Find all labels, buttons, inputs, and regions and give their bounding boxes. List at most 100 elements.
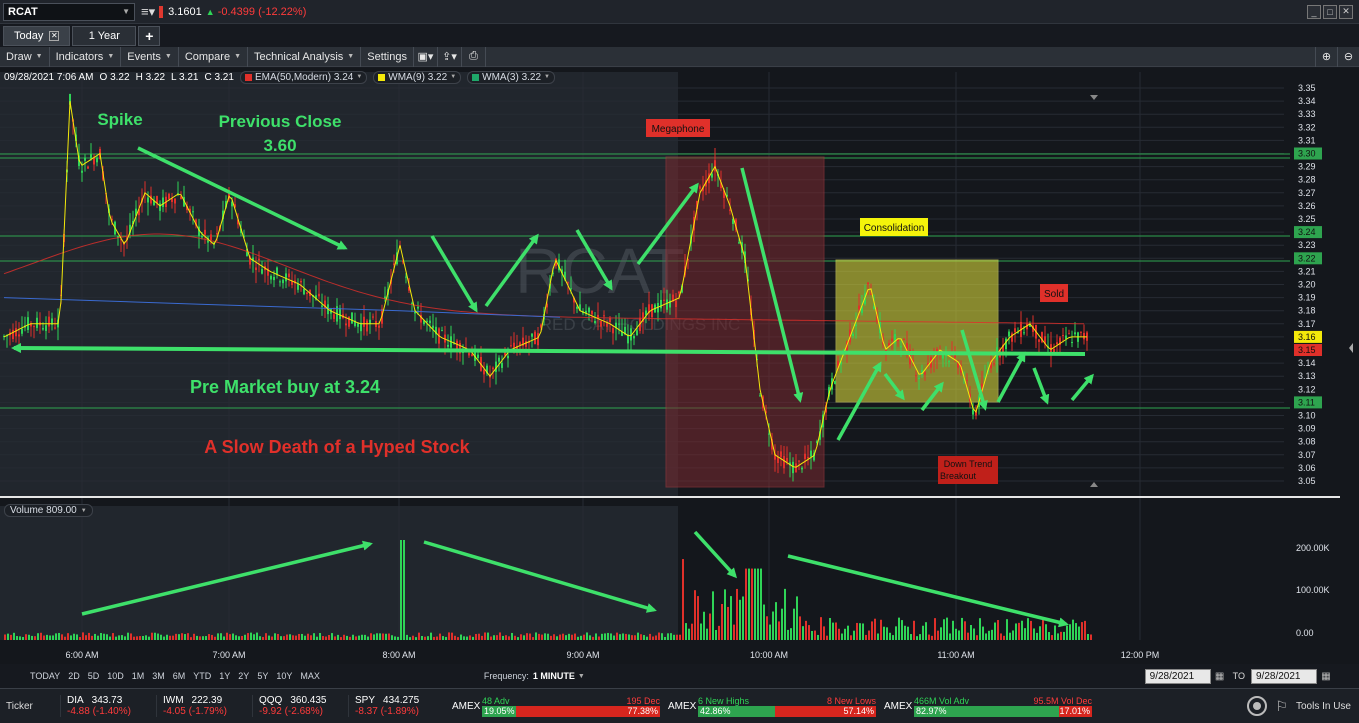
range-5y[interactable]: 5Y — [253, 671, 272, 681]
symbol-input[interactable]: RCAT ▼ — [3, 2, 135, 21]
maximize-icon[interactable]: □ — [1323, 4, 1337, 19]
range-today[interactable]: TODAY — [26, 671, 64, 681]
candle-body — [1014, 328, 1016, 333]
add-tab-button[interactable]: + — [138, 26, 161, 46]
range-2y[interactable]: 2Y — [234, 671, 253, 681]
volume-bar — [682, 559, 684, 640]
range-5d[interactable]: 5D — [84, 671, 104, 681]
print-icon[interactable]: ⎙ — [462, 46, 486, 67]
volume-bar — [259, 636, 261, 640]
ticker-qqq[interactable]: QQQ 360.435 -9.92 (-2.68%) — [252, 695, 348, 717]
range-ytd[interactable]: YTD — [189, 671, 215, 681]
wma9-label: WMA(9) 3.22 — [388, 71, 448, 83]
scroll-marker-top — [1090, 95, 1098, 100]
volume-bar — [184, 634, 186, 640]
calendar-icon[interactable]: ▦ — [1213, 671, 1227, 682]
range-max[interactable]: MAX — [296, 671, 324, 681]
ticker-iwm[interactable]: IWM 222.39 -4.05 (-1.79%) — [156, 695, 252, 717]
indicator-ema-chip[interactable]: EMA(50,Modern) 3.24 ▼ — [239, 70, 368, 84]
candle-body — [27, 317, 29, 330]
volume-bar — [547, 633, 549, 640]
calendar-icon[interactable]: ▦ — [1319, 671, 1333, 682]
from-date-input[interactable]: 9/28/2021 — [1144, 668, 1211, 684]
breadth-left-pct: 42.86% — [698, 705, 775, 717]
hamburger-menu-icon[interactable]: ≡▾ — [141, 4, 155, 20]
ticker-symbol: DIA — [67, 695, 84, 706]
chevron-down-icon: ▼ — [544, 74, 550, 80]
zoom-in-icon[interactable]: ⊕ — [1315, 46, 1337, 67]
volume-bar — [655, 635, 657, 640]
candle-body — [678, 291, 680, 294]
close-tab-icon[interactable]: ✕ — [49, 31, 60, 41]
range-1m[interactable]: 1M — [128, 671, 149, 681]
range-3m[interactable]: 3M — [148, 671, 169, 681]
events-menu[interactable]: Events ▼ — [121, 46, 179, 67]
to-date-input[interactable]: 9/28/2021 — [1251, 668, 1317, 684]
volume-bar — [838, 628, 840, 640]
share-icon[interactable]: ⇪▾ — [438, 46, 462, 67]
chevron-down-icon[interactable]: ▼ — [122, 7, 130, 16]
range-6m[interactable]: 6M — [169, 671, 190, 681]
close-icon[interactable]: ✕ — [1339, 4, 1353, 19]
price-tick-label: 3.26 — [1298, 201, 1316, 211]
indicator-wma3-chip[interactable]: WMA(3) 3.22 ▼ — [467, 70, 555, 84]
candle-body — [795, 463, 797, 473]
price-tick-label: 3.35 — [1298, 83, 1316, 93]
price-tick-label: 3.19 — [1298, 293, 1316, 303]
price-badges: 3.30 3.24 3.22 3.16 3.15 3.11 — [1294, 147, 1322, 409]
ticker-dia[interactable]: DIA 343.73 -4.88 (-1.40%) — [60, 695, 156, 717]
price-tick-label: 3.18 — [1298, 306, 1316, 316]
ticker-spy[interactable]: SPY 434.275 -8.37 (-1.89%) — [348, 695, 444, 717]
volume-bar — [958, 630, 960, 640]
candle-body — [867, 282, 869, 285]
minimize-icon[interactable]: _ — [1307, 4, 1321, 19]
chevron-down-icon[interactable]: ▼ — [578, 673, 585, 680]
candle-body — [594, 321, 596, 323]
volume-chip[interactable]: Volume 809.00 ▼ — [4, 504, 93, 517]
tab-today[interactable]: Today ✕ — [3, 26, 71, 46]
range-10y[interactable]: 10Y — [272, 671, 296, 681]
volume-bar — [310, 635, 312, 640]
candle-body — [810, 450, 812, 457]
volume-bar — [133, 636, 135, 640]
volume-bar — [223, 636, 225, 640]
price-badge: 3.16 — [1298, 332, 1316, 342]
range-2d[interactable]: 2D — [64, 671, 84, 681]
volume-bar — [1012, 630, 1014, 640]
chart-toolbar: Draw ▼ Indicators ▼ Events ▼ Compare ▼ Techn… — [0, 46, 1359, 67]
volume-bar — [181, 633, 183, 640]
candle-body — [441, 330, 443, 332]
settings-menu[interactable]: Settings — [361, 46, 414, 67]
range-1y[interactable]: 1Y — [215, 671, 234, 681]
volume-bar — [190, 637, 192, 640]
flag-icon[interactable]: ⚐ — [1275, 698, 1288, 715]
indicators-menu[interactable]: Indicators ▼ — [50, 46, 122, 67]
breadth-left: 6 New Highs — [698, 695, 750, 706]
save-icon[interactable]: ▣▾ — [414, 46, 438, 67]
volume-bar — [955, 628, 957, 640]
volume-bar — [85, 635, 87, 640]
tab-label: Today — [14, 30, 44, 42]
technical-analysis-menu[interactable]: Technical Analysis ▼ — [248, 46, 362, 67]
volume-bar — [685, 623, 687, 640]
tools-in-use-label[interactable]: Tools In Use — [1296, 701, 1351, 712]
frequency-select[interactable]: 1 MINUTE — [533, 671, 575, 681]
candle-body — [12, 329, 14, 340]
tab-1-year[interactable]: 1 Year — [72, 26, 137, 46]
chart-area[interactable]: RCAT RED CAT HOLDINGS INC Spike Previous… — [0, 68, 1359, 664]
candle-body — [666, 299, 668, 310]
volume-bar — [325, 636, 327, 640]
indicator-wma9-chip[interactable]: WMA(9) 3.22 ▼ — [373, 70, 462, 84]
time-range-bar: TODAY 2D 5D 10D 1M 3M 6M YTD 1Y 2Y 5Y 10Y MAX Freque… — [0, 666, 1359, 686]
volume-bar — [976, 635, 978, 640]
record-icon[interactable] — [1247, 696, 1268, 716]
draw-menu[interactable]: Draw ▼ — [0, 46, 50, 67]
zoom-out-icon[interactable]: ⊖ — [1337, 46, 1359, 67]
volume-bar — [67, 633, 69, 640]
volume-bar — [982, 626, 984, 640]
price-chart[interactable]: RCAT RED CAT HOLDINGS INC Spike Previous… — [0, 68, 1359, 664]
volume-bar — [967, 632, 969, 640]
compare-menu[interactable]: Compare ▼ — [179, 46, 249, 67]
volume-bar — [319, 633, 321, 640]
range-10d[interactable]: 10D — [103, 671, 128, 681]
